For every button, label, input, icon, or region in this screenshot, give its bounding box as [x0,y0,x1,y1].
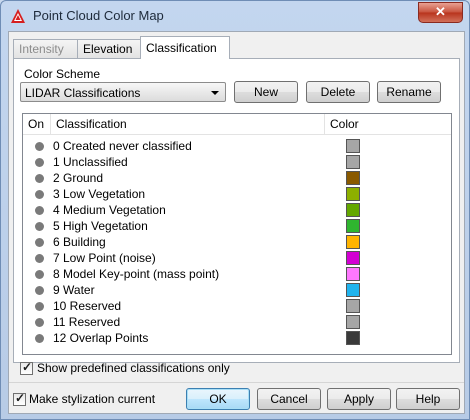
window-title: Point Cloud Color Map [33,8,164,23]
ok-button[interactable]: OK [186,388,250,410]
column-header-color[interactable]: Color [325,114,451,134]
classification-label: 6 Building [53,235,106,249]
list-item[interactable]: 2 Ground [23,170,451,186]
visibility-bulb-icon[interactable] [35,318,44,327]
color-scheme-group: Color Scheme LIDAR Classifications New D… [20,67,451,103]
visibility-bulb-icon[interactable] [35,254,44,263]
visibility-bulb-icon[interactable] [35,270,44,279]
classification-label: 4 Medium Vegetation [53,203,166,217]
title-bar[interactable]: Point Cloud Color Map ✕ [1,1,469,30]
footer-separator [9,382,464,383]
visibility-bulb-icon[interactable] [35,206,44,215]
show-predefined-checkbox[interactable]: ✓ [20,360,33,375]
tab-label: Classification [146,41,217,55]
dialog-window: Point Cloud Color Map ✕ Intensity Elevat… [0,0,470,420]
list-header: On Classification Color [23,114,451,135]
make-current-checkbox[interactable]: ✓ [13,391,26,406]
visibility-bulb-icon[interactable] [35,190,44,199]
autocad-app-icon [11,9,25,23]
color-scheme-label: Color Scheme [24,67,101,81]
list-item[interactable]: 7 Low Point (noise) [23,250,451,266]
list-item[interactable]: 12 Overlap Points [23,330,451,346]
color-swatch[interactable] [346,187,360,201]
color-swatch[interactable] [346,171,360,185]
column-header-on[interactable]: On [23,114,51,134]
visibility-bulb-icon[interactable] [35,158,44,167]
classification-label: 9 Water [53,283,95,297]
visibility-bulb-icon[interactable] [35,286,44,295]
color-swatch[interactable] [346,315,360,329]
chevron-down-icon [211,91,219,95]
list-item[interactable]: 4 Medium Vegetation [23,202,451,218]
classification-label: 7 Low Point (noise) [53,251,156,265]
list-item[interactable]: 5 High Vegetation [23,218,451,234]
checkmark-icon: ✓ [22,360,33,374]
tab-label: Intensity [19,42,64,56]
classification-label: 10 Reserved [53,299,122,313]
color-swatch[interactable] [346,283,360,297]
list-item[interactable]: 3 Low Vegetation [23,186,451,202]
visibility-bulb-icon[interactable] [35,302,44,311]
checkmark-icon: ✓ [15,391,26,405]
delete-button[interactable]: Delete [306,81,370,103]
visibility-bulb-icon[interactable] [35,334,44,343]
classification-panel: Color Scheme LIDAR Classifications New D… [13,58,460,363]
color-scheme-select[interactable]: LIDAR Classifications [20,82,226,102]
color-swatch[interactable] [346,251,360,265]
visibility-bulb-icon[interactable] [35,222,44,231]
color-swatch[interactable] [346,331,360,345]
classification-label: 8 Model Key-point (mass point) [53,267,220,281]
color-swatch[interactable] [346,267,360,281]
list-item[interactable]: 11 Reserved [23,314,451,330]
list-item[interactable]: 6 Building [23,234,451,250]
classification-label: 11 Reserved [53,315,121,329]
classification-label: 0 Created never classified [53,139,192,153]
make-current-label[interactable]: Make stylization current [29,392,155,406]
list-item[interactable]: 9 Water [23,282,451,298]
visibility-bulb-icon[interactable] [35,142,44,151]
list-item[interactable]: 8 Model Key-point (mass point) [23,266,451,282]
color-swatch[interactable] [346,219,360,233]
dialog-body: Intensity Elevation Classification Color… [8,31,465,414]
apply-button[interactable]: Apply [327,388,391,410]
classification-label: 1 Unclassified [53,155,128,169]
list-item[interactable]: 1 Unclassified [23,154,451,170]
color-swatch[interactable] [346,235,360,249]
help-button[interactable]: Help [396,388,460,410]
list-item[interactable]: 10 Reserved [23,298,451,314]
classification-label: 5 High Vegetation [53,219,148,233]
classification-list[interactable]: On Classification Color 0 Created never … [22,113,452,355]
column-header-classification[interactable]: Classification [51,114,325,134]
close-button[interactable]: ✕ [418,2,463,23]
list-item[interactable]: 0 Created never classified [23,138,451,154]
color-swatch[interactable] [346,155,360,169]
color-swatch[interactable] [346,299,360,313]
tab-elevation[interactable]: Elevation [77,39,149,58]
visibility-bulb-icon[interactable] [35,174,44,183]
color-swatch[interactable] [346,203,360,217]
tab-label: Elevation [83,42,133,56]
classification-label: 12 Overlap Points [53,331,149,345]
tab-intensity: Intensity [13,39,78,58]
color-scheme-value: LIDAR Classifications [25,86,141,100]
color-swatch[interactable] [346,139,360,153]
visibility-bulb-icon[interactable] [35,238,44,247]
new-button[interactable]: New [234,81,298,103]
show-predefined-label[interactable]: Show predefined classifications only [37,361,230,375]
rename-button[interactable]: Rename [377,81,441,103]
close-icon: ✕ [435,4,446,19]
tab-classification[interactable]: Classification [140,36,230,59]
cancel-button[interactable]: Cancel [257,388,321,410]
classification-label: 3 Low Vegetation [53,187,146,201]
classification-label: 2 Ground [53,171,104,185]
